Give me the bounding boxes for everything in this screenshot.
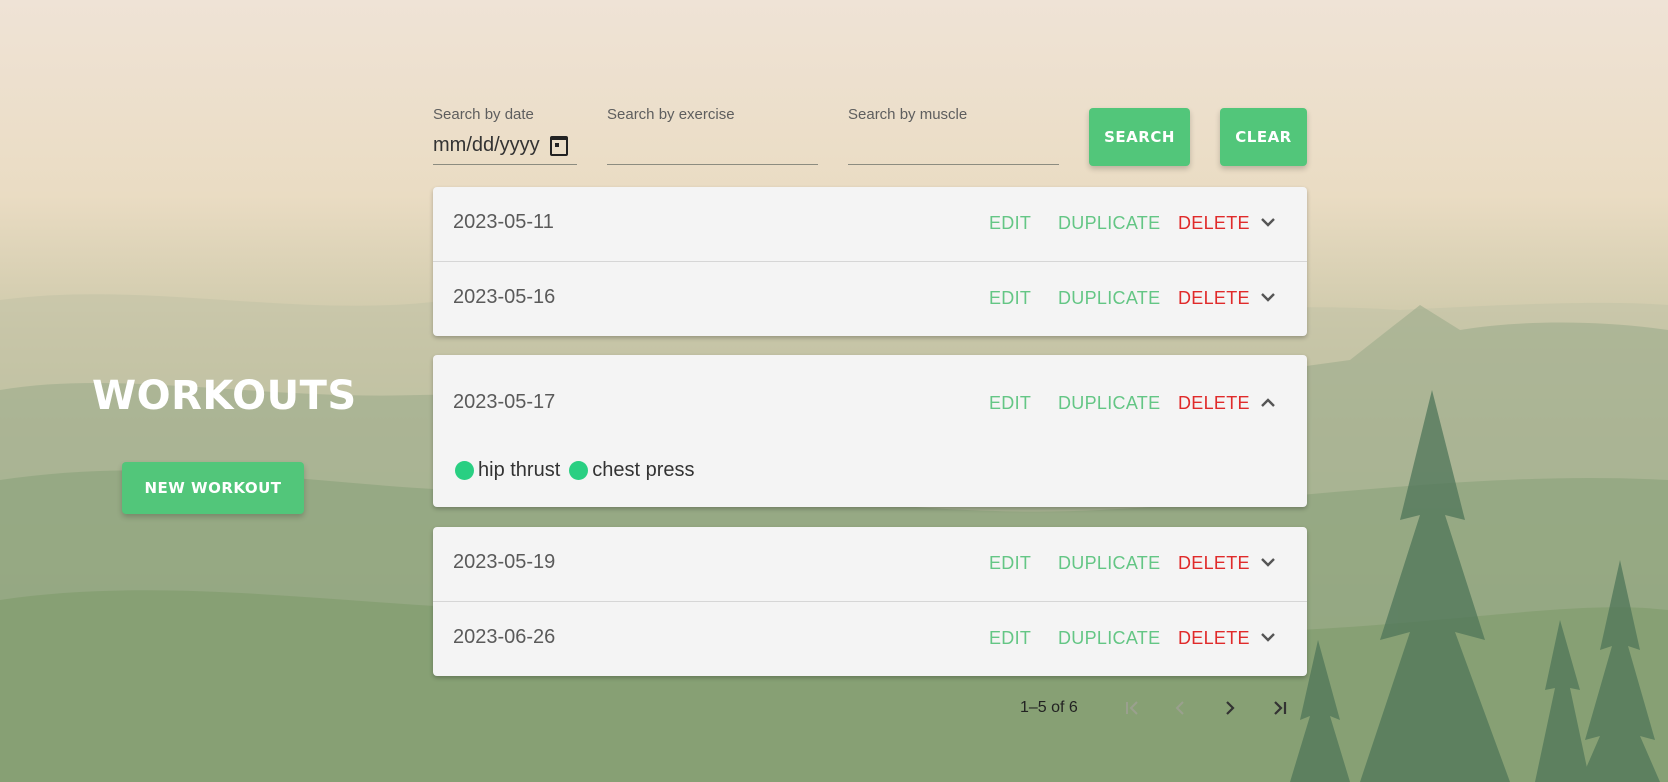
page-title: WORKOUTS xyxy=(92,373,357,419)
chevron-down-icon[interactable] xyxy=(1257,286,1279,308)
new-workout-button[interactable]: NEW WORKOUT xyxy=(122,462,304,514)
pagination: 1–5 of 6 xyxy=(1020,694,1320,722)
workout-group-expanded: 2023-05-17 EDIT DUPLICATE DELETE hip thr… xyxy=(433,355,1307,507)
calendar-icon[interactable] xyxy=(549,135,568,156)
workout-row[interactable]: 2023-06-26 EDIT DUPLICATE DELETE xyxy=(433,602,1307,676)
chevron-down-icon[interactable] xyxy=(1257,211,1279,233)
muscle-search-field[interactable]: Search by muscle xyxy=(848,106,1059,165)
delete-button[interactable]: DELETE xyxy=(1178,393,1250,414)
green-dot-icon xyxy=(455,461,474,480)
date-search-input[interactable]: mm/dd/yyyy xyxy=(433,134,577,157)
chevron-up-icon[interactable] xyxy=(1257,391,1279,413)
edit-button[interactable]: EDIT xyxy=(989,628,1031,649)
workout-row[interactable]: 2023-05-19 EDIT DUPLICATE DELETE xyxy=(433,527,1307,602)
exercise-search-field[interactable]: Search by exercise xyxy=(607,106,818,165)
exercise-chips: hip thrust chest press xyxy=(455,459,704,482)
first-page-icon[interactable] xyxy=(1118,694,1146,722)
edit-button[interactable]: EDIT xyxy=(989,288,1031,309)
muscle-search-input[interactable] xyxy=(848,134,1059,164)
workout-date: 2023-06-26 xyxy=(453,626,556,648)
muscle-search-label: Search by muscle xyxy=(848,106,968,123)
duplicate-button[interactable]: DUPLICATE xyxy=(1058,628,1160,649)
delete-button[interactable]: DELETE xyxy=(1178,628,1250,649)
green-dot-icon xyxy=(569,461,589,480)
workout-group: 2023-05-11 EDIT DUPLICATE DELETE 2023-05… xyxy=(433,187,1307,336)
edit-button[interactable]: EDIT xyxy=(989,393,1031,414)
muscle-underline xyxy=(848,164,1059,165)
exercise-search-label: Search by exercise xyxy=(607,106,735,123)
chevron-down-icon[interactable] xyxy=(1257,551,1279,573)
duplicate-button[interactable]: DUPLICATE xyxy=(1058,213,1160,234)
date-search-label: Search by date xyxy=(433,106,534,123)
exercise-chip: chest press xyxy=(569,459,695,482)
workout-date: 2023-05-16 xyxy=(453,286,556,308)
date-search-field[interactable]: Search by date mm/dd/yyyy xyxy=(433,106,577,165)
date-underline xyxy=(433,164,577,165)
workout-row[interactable]: 2023-05-16 EDIT DUPLICATE DELETE xyxy=(433,262,1307,336)
delete-button[interactable]: DELETE xyxy=(1178,288,1250,309)
duplicate-button[interactable]: DUPLICATE xyxy=(1058,553,1160,574)
duplicate-button[interactable]: DUPLICATE xyxy=(1058,288,1160,309)
workout-row[interactable]: 2023-05-11 EDIT DUPLICATE DELETE xyxy=(433,187,1307,262)
exercise-chip: hip thrust xyxy=(455,459,560,482)
clear-button[interactable]: CLEAR xyxy=(1220,108,1307,166)
edit-button[interactable]: EDIT xyxy=(989,553,1031,574)
last-page-icon[interactable] xyxy=(1266,694,1294,722)
edit-button[interactable]: EDIT xyxy=(989,213,1031,234)
exercise-name: hip thrust xyxy=(478,459,561,481)
workout-date: 2023-05-11 xyxy=(453,211,554,233)
workout-date: 2023-05-17 xyxy=(453,391,556,413)
date-placeholder: mm/dd/yyyy xyxy=(433,134,540,156)
delete-button[interactable]: DELETE xyxy=(1178,213,1250,234)
chevron-down-icon[interactable] xyxy=(1257,626,1279,648)
workout-row-expanded[interactable]: 2023-05-17 EDIT DUPLICATE DELETE hip thr… xyxy=(433,355,1307,507)
chevron-right-icon[interactable] xyxy=(1216,694,1244,722)
duplicate-button[interactable]: DUPLICATE xyxy=(1058,393,1160,414)
search-button[interactable]: SEARCH xyxy=(1089,108,1190,166)
exercise-underline xyxy=(607,164,818,165)
exercise-search-input[interactable] xyxy=(607,134,818,164)
exercise-name: chest press xyxy=(592,459,695,481)
workout-date: 2023-05-19 xyxy=(453,551,556,573)
page-range-text: 1–5 of 6 xyxy=(1020,699,1078,716)
workout-group: 2023-05-19 EDIT DUPLICATE DELETE 2023-06… xyxy=(433,527,1307,676)
delete-button[interactable]: DELETE xyxy=(1178,553,1250,574)
chevron-left-icon[interactable] xyxy=(1166,694,1194,722)
